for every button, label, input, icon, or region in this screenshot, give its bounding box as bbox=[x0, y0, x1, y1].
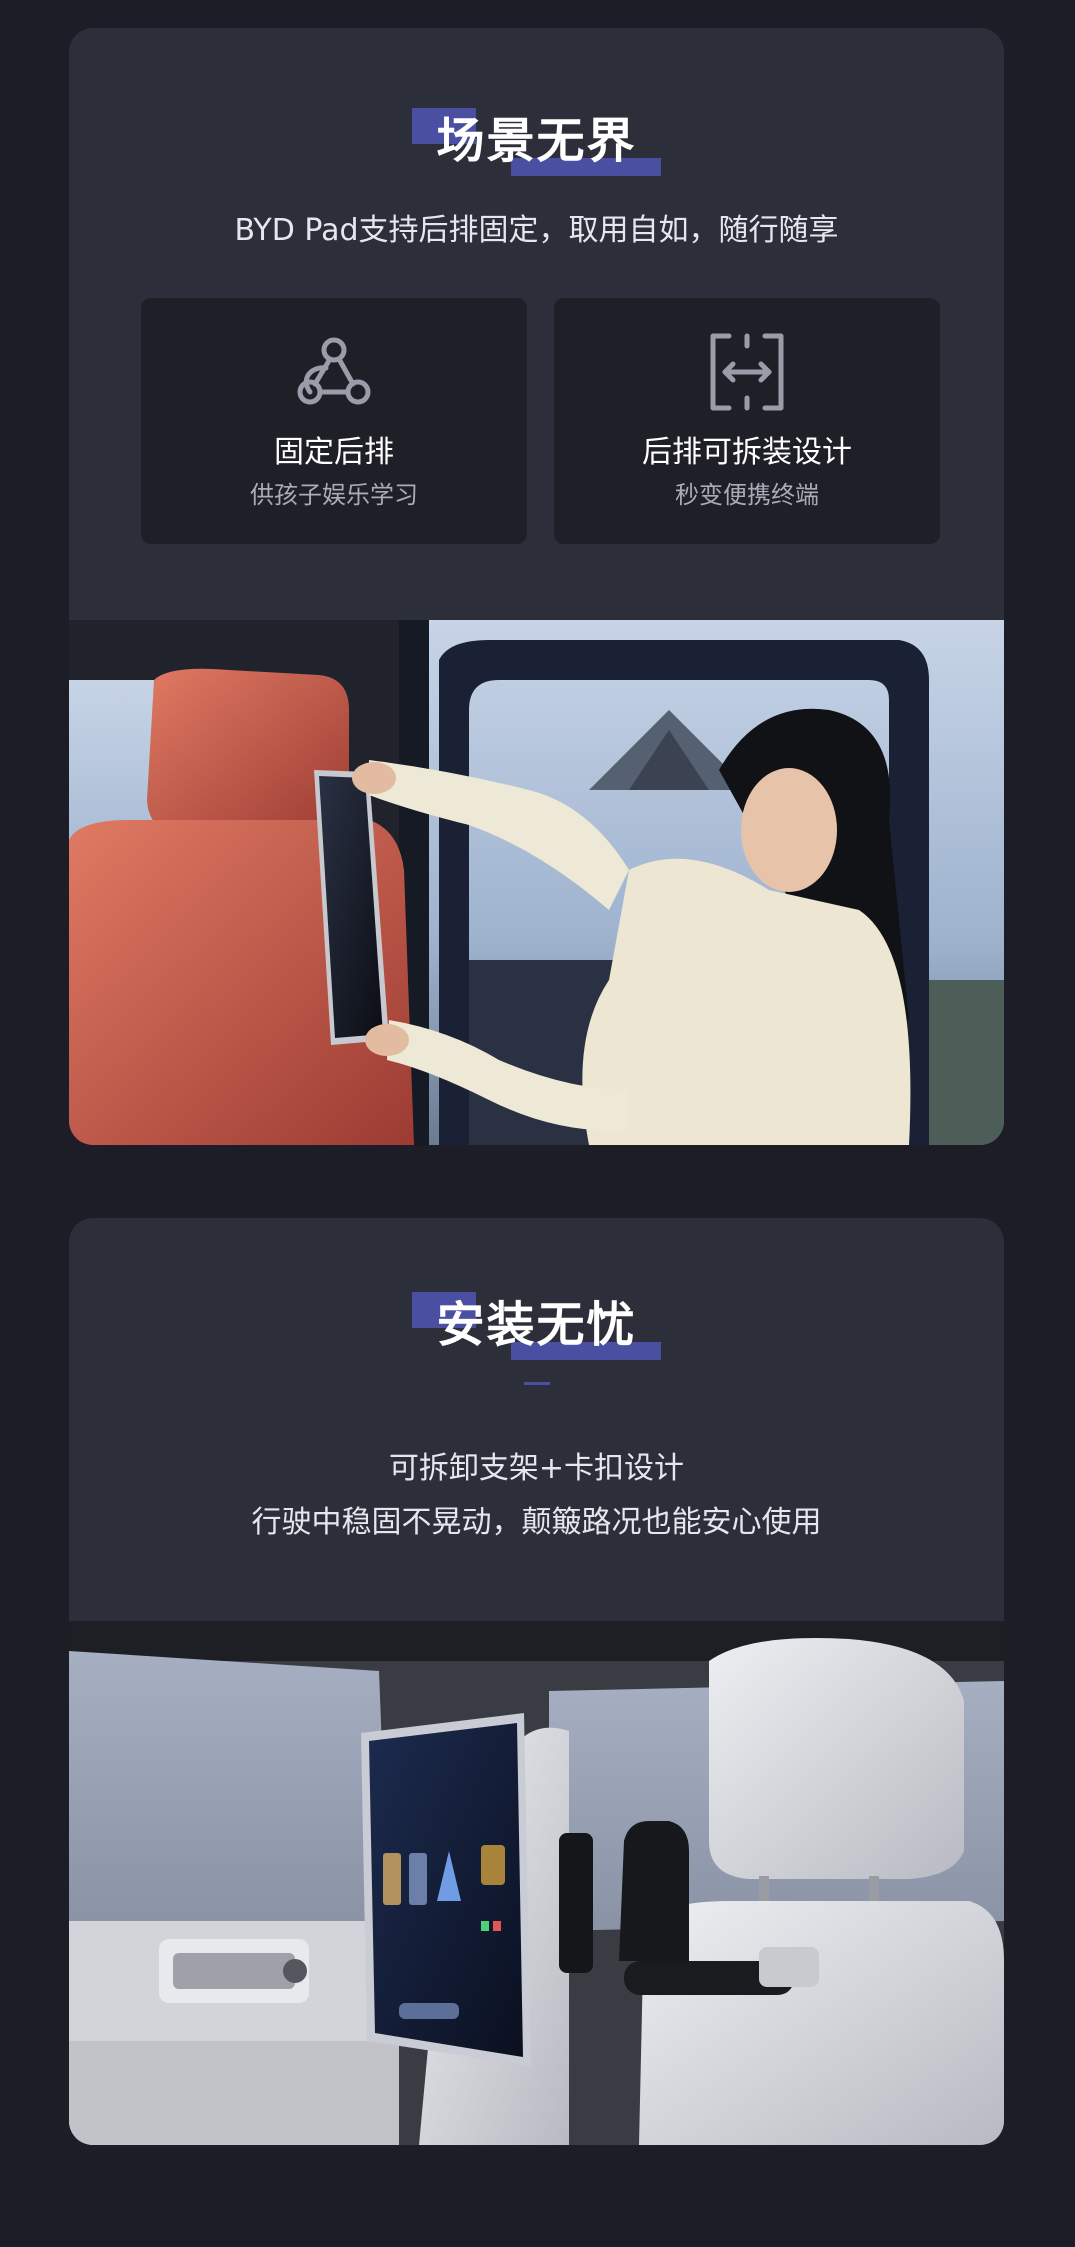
scene-section: 场景无界 BYD Pad支持后排固定，取用自如，随行随享 固定后排 供孩子娱乐学… bbox=[69, 28, 1004, 1145]
webhook-icon bbox=[297, 337, 371, 405]
title-underline bbox=[524, 163, 550, 166]
woman-mounting-pad-illustration bbox=[69, 620, 1004, 1145]
section-line-2: 行驶中稳固不晃动，颠簸路况也能安心使用 bbox=[251, 1505, 822, 1540]
install-section: 安装无忧 可拆卸支架+卡扣设计 行驶中稳固不晃动，颠簸路况也能安心使用 bbox=[69, 1218, 1004, 2145]
feature-desc: 供孩子娱乐学习 bbox=[250, 481, 418, 509]
section-title: 安装无忧 bbox=[436, 1297, 637, 1353]
section-title-box: 安装无忧 bbox=[412, 1290, 661, 1360]
feature-title: 固定后排 bbox=[274, 435, 394, 470]
title-underline bbox=[524, 1382, 550, 1385]
feature-desc: 秒变便携终端 bbox=[675, 481, 819, 509]
section-subtitle: BYD Pad支持后排固定，取用自如，随行随享 bbox=[234, 213, 839, 248]
expand-arrows-icon bbox=[710, 333, 784, 411]
section-line-1: 可拆卸支架+卡扣设计 bbox=[388, 1451, 685, 1486]
feature-title: 后排可拆装设计 bbox=[642, 435, 852, 470]
headrest-mount-illustration bbox=[69, 1621, 1004, 2145]
feature-card-detachable: 后排可拆装设计 秒变便携终端 bbox=[554, 298, 940, 544]
rear-seat-photo bbox=[69, 620, 1004, 1145]
mounted-pad-photo bbox=[69, 1621, 1004, 2145]
section-title-wrap: 安装无忧 bbox=[69, 1290, 1004, 1360]
product-page: 场景无界 BYD Pad支持后排固定，取用自如，随行随享 固定后排 供孩子娱乐学… bbox=[0, 0, 1075, 2247]
feature-card-mount: 固定后排 供孩子娱乐学习 bbox=[141, 298, 527, 544]
